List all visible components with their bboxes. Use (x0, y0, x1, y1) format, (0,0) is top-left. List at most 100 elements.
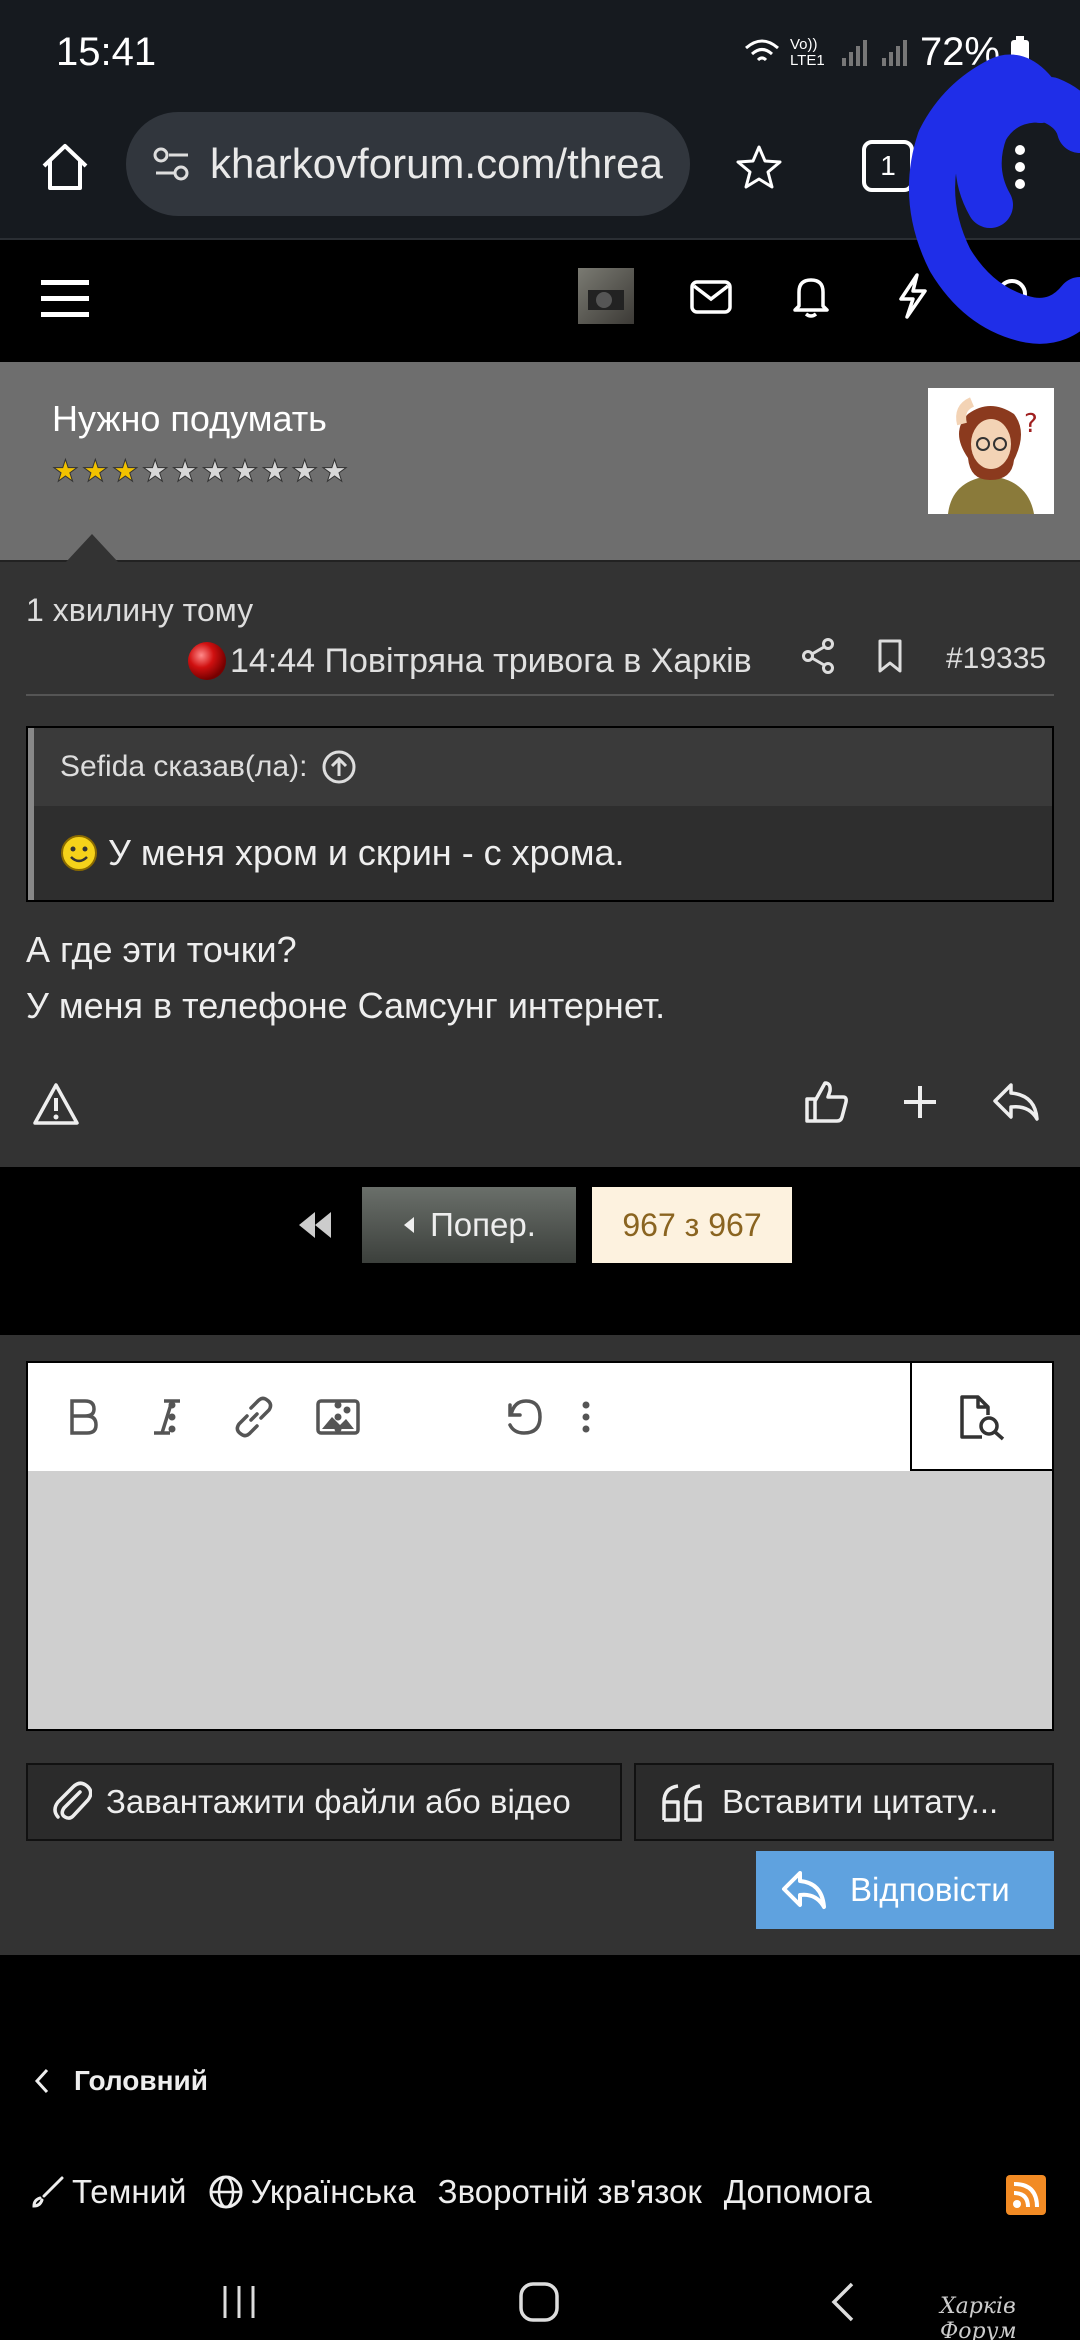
undo-icon[interactable] (494, 1391, 554, 1443)
star-empty-icon: ★ (141, 455, 169, 489)
prev-page-label: Попер. (430, 1206, 536, 1243)
paperclip-icon (53, 1781, 92, 1820)
star-empty-icon: ★ (291, 455, 319, 489)
lightning-icon[interactable] (890, 270, 934, 322)
search-icon[interactable] (990, 272, 1040, 322)
red-circle-icon (188, 642, 226, 680)
bell-icon[interactable] (786, 270, 836, 322)
go-to-quote-icon[interactable] (321, 749, 357, 785)
reply-button-label: Відповісти (850, 1871, 1010, 1908)
language-chooser[interactable]: Українська (208, 2173, 416, 2211)
member-pointer (66, 534, 118, 562)
preview-icon (954, 1391, 1010, 1443)
quote-header: Sefida сказав(ла): (28, 728, 1052, 806)
contact-link[interactable]: Зворотній зв'язок (438, 2173, 702, 2211)
post-body-line: У меня в телефоне Самсунг интернет. (26, 985, 666, 1026)
tab-count-button[interactable]: 1 (862, 140, 914, 192)
menu-icon[interactable] (40, 274, 90, 324)
footer-links: Темний Українська Зворотній зв'язок Допо… (30, 2173, 894, 2211)
star-empty-icon: ★ (231, 455, 259, 489)
reply-arrow-icon[interactable] (986, 1072, 1046, 1132)
preview-button[interactable] (910, 1363, 1052, 1471)
language-label: Українська (250, 2173, 416, 2210)
address-bar[interactable]: kharkovforum.com/threa (126, 112, 690, 216)
member-rating: ★ ★ ★ ★ ★ ★ ★ ★ ★ ★ (52, 454, 349, 489)
star-filled-icon: ★ (111, 455, 139, 489)
pagination: Попер. 967 з 967 (0, 1167, 1080, 1335)
network-label: Vo)) LTE1 (789, 35, 825, 69)
status-time: 15:41 (56, 30, 157, 74)
theme-toggle[interactable]: Темний (30, 2173, 186, 2211)
insert-quote-button[interactable]: Вставити цитату... (634, 1763, 1054, 1841)
bookmark-icon[interactable] (868, 634, 912, 678)
insert-quote-label: Вставити цитату... (722, 1783, 999, 1820)
quote-text: У меня хром и скрин - с хрома. (108, 832, 625, 873)
first-page-icon[interactable] (290, 1203, 340, 1247)
home-icon[interactable] (30, 132, 100, 202)
forum-navbar (0, 242, 1080, 362)
recent-apps-icon[interactable] (214, 2277, 264, 2327)
breadcrumb-home[interactable]: Головний (74, 2065, 208, 2097)
star-empty-icon: ★ (261, 455, 289, 489)
theme-label: Темний (72, 2173, 187, 2210)
plus-icon[interactable] (890, 1072, 950, 1132)
reply-arrow-icon (782, 1871, 826, 1909)
star-filled-icon: ★ (52, 455, 80, 489)
upload-files-button[interactable]: Завантажити файли або відео (26, 1763, 622, 1841)
post: 1 хвилину тому 14:44 Повітряна тривога в… (0, 562, 1080, 1167)
browser-toolbar: kharkovforum.com/threa 1 (0, 110, 1080, 240)
post-body-line: А где эти точки? (26, 929, 297, 970)
chevron-left-icon (34, 2068, 49, 2094)
like-icon[interactable] (796, 1072, 856, 1132)
reply-editor[interactable] (26, 1361, 1054, 1731)
quote-block: Sefida сказав(ла): У меня хром и скрин -… (26, 726, 1054, 902)
paint-brush-icon (32, 2176, 64, 2208)
page-indicator[interactable]: 967 з 967 (592, 1187, 792, 1263)
rss-icon[interactable] (1006, 2175, 1046, 2215)
quote-body: У меня хром и скрин - с хрома. (28, 806, 1052, 900)
link-icon[interactable] (224, 1391, 284, 1443)
member-info: Нужно подумать ★ ★ ★ ★ ★ ★ ★ ★ ★ ★ ? (0, 362, 1080, 562)
help-link[interactable]: Допомога (724, 2173, 872, 2211)
home-nav-icon[interactable] (514, 2277, 564, 2327)
upload-files-label: Завантажити файли або відео (106, 1783, 571, 1820)
member-avatar[interactable]: ? (928, 388, 1054, 514)
footer: Головний Темний Українська Зворотній зв'… (0, 1955, 1080, 2340)
more-menu-icon[interactable] (1000, 132, 1040, 202)
more-vertical-icon[interactable] (318, 1391, 358, 1443)
post-alert-banner: 14:44 Повітряна тривога в Харків (186, 640, 770, 682)
breadcrumb[interactable]: Головний (34, 2065, 208, 2097)
watermark: Харків Форум (940, 2294, 1017, 2340)
bookmark-star-icon[interactable] (724, 132, 794, 202)
post-body: А где эти точки? У меня в телефоне Самсу… (26, 922, 665, 1034)
member-title: Нужно подумать (52, 398, 327, 439)
quote-icon (662, 1784, 702, 1822)
star-filled-icon: ★ (81, 455, 109, 489)
status-bar: 15:41 Vo)) LTE1 72% (0, 0, 1080, 110)
post-number-link[interactable]: #19335 (946, 642, 1046, 676)
more-vertical-icon[interactable] (566, 1391, 606, 1443)
caret-left-icon (404, 1217, 415, 1233)
star-empty-icon: ★ (201, 455, 229, 489)
site-settings-icon[interactable] (150, 142, 194, 186)
battery-icon (1011, 35, 1029, 69)
quote-author[interactable]: Sefida сказав(ла): (60, 750, 307, 784)
share-icon[interactable] (796, 634, 840, 678)
mail-icon[interactable] (686, 272, 736, 322)
more-vertical-icon[interactable] (152, 1391, 192, 1443)
report-icon[interactable] (26, 1074, 86, 1134)
system-nav-bar (0, 2265, 1080, 2340)
url-text: kharkovforum.com/threa (210, 140, 663, 187)
reply-button[interactable]: Відповісти (756, 1851, 1054, 1929)
battery-percent: 72% (919, 30, 1000, 74)
post-time[interactable]: 1 хвилину тому (26, 592, 253, 629)
back-nav-icon[interactable] (818, 2277, 868, 2327)
prev-page-button[interactable]: Попер. (362, 1187, 576, 1263)
status-indicators: Vo)) LTE1 72% (744, 30, 1030, 75)
user-avatar[interactable] (578, 268, 634, 324)
signal-icon (881, 39, 907, 66)
editor-toolbar (28, 1363, 1052, 1471)
globe-icon (209, 2175, 243, 2209)
bold-icon[interactable] (54, 1391, 112, 1443)
post-divider (26, 694, 1054, 696)
